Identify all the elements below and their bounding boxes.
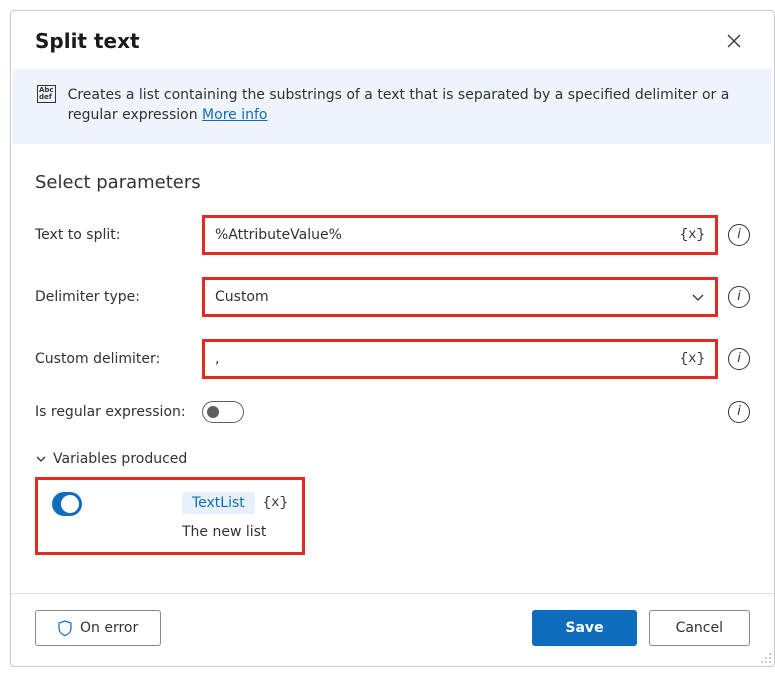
dialog-body: Select parameters Text to split: %Attrib… [11, 144, 774, 565]
custom-delimiter-input[interactable]: , {x} [202, 339, 718, 379]
more-info-link[interactable]: More info [202, 107, 267, 123]
chevron-down-icon [35, 453, 47, 465]
variable-picker-icon[interactable]: {x} [680, 227, 705, 243]
info-icon[interactable]: i [728, 348, 750, 370]
info-banner: Abc def Creates a list containing the su… [13, 69, 772, 144]
label-delimiter-type: Delimiter type: [35, 289, 190, 305]
delimiter-type-select[interactable]: Custom [202, 277, 718, 317]
cancel-button[interactable]: Cancel [649, 610, 750, 646]
variable-picker-icon[interactable]: {x} [680, 351, 705, 367]
on-error-button[interactable]: On error [35, 610, 161, 646]
label-custom-delimiter: Custom delimiter: [35, 351, 190, 367]
save-button[interactable]: Save [532, 610, 636, 646]
chevron-down-icon [691, 290, 705, 304]
input-value: %AttributeValue% [215, 227, 342, 243]
label-text-to-split: Text to split: [35, 227, 190, 243]
select-value: Custom [215, 289, 269, 305]
variables-produced-box: TextList {x} The new list [35, 477, 305, 555]
label-is-regex: Is regular expression: [35, 404, 190, 420]
is-regex-toggle[interactable] [202, 401, 244, 423]
dialog-header: Split text [11, 11, 774, 69]
close-button[interactable] [718, 25, 750, 57]
row-is-regex: Is regular expression: i [35, 401, 750, 423]
info-icon[interactable]: i [728, 286, 750, 308]
variables-produced-header[interactable]: Variables produced [35, 451, 750, 467]
variable-enabled-toggle[interactable] [52, 492, 82, 516]
banner-text: Creates a list containing the substrings… [68, 85, 748, 126]
row-text-to-split: Text to split: %AttributeValue% {x} i [35, 215, 750, 255]
variable-brace-icon: {x} [263, 495, 288, 511]
close-icon [727, 34, 741, 48]
info-icon[interactable]: i [728, 401, 750, 423]
section-title: Select parameters [35, 172, 750, 193]
split-text-dialog: Split text Abc def Creates a list contai… [10, 10, 775, 667]
row-custom-delimiter: Custom delimiter: , {x} i [35, 339, 750, 379]
resize-grip-icon[interactable] [758, 650, 772, 664]
shield-icon [58, 620, 72, 636]
variable-description: The new list [182, 524, 288, 540]
text-to-split-input[interactable]: %AttributeValue% {x} [202, 215, 718, 255]
row-delimiter-type: Delimiter type: Custom i [35, 277, 750, 317]
variable-chip[interactable]: TextList [182, 492, 255, 514]
info-icon[interactable]: i [728, 224, 750, 246]
text-action-icon: Abc def [37, 85, 56, 103]
input-value: , [215, 351, 219, 367]
dialog-title: Split text [35, 29, 140, 53]
dialog-footer: On error Save Cancel [11, 593, 774, 666]
variable-details: TextList {x} The new list [182, 492, 288, 540]
